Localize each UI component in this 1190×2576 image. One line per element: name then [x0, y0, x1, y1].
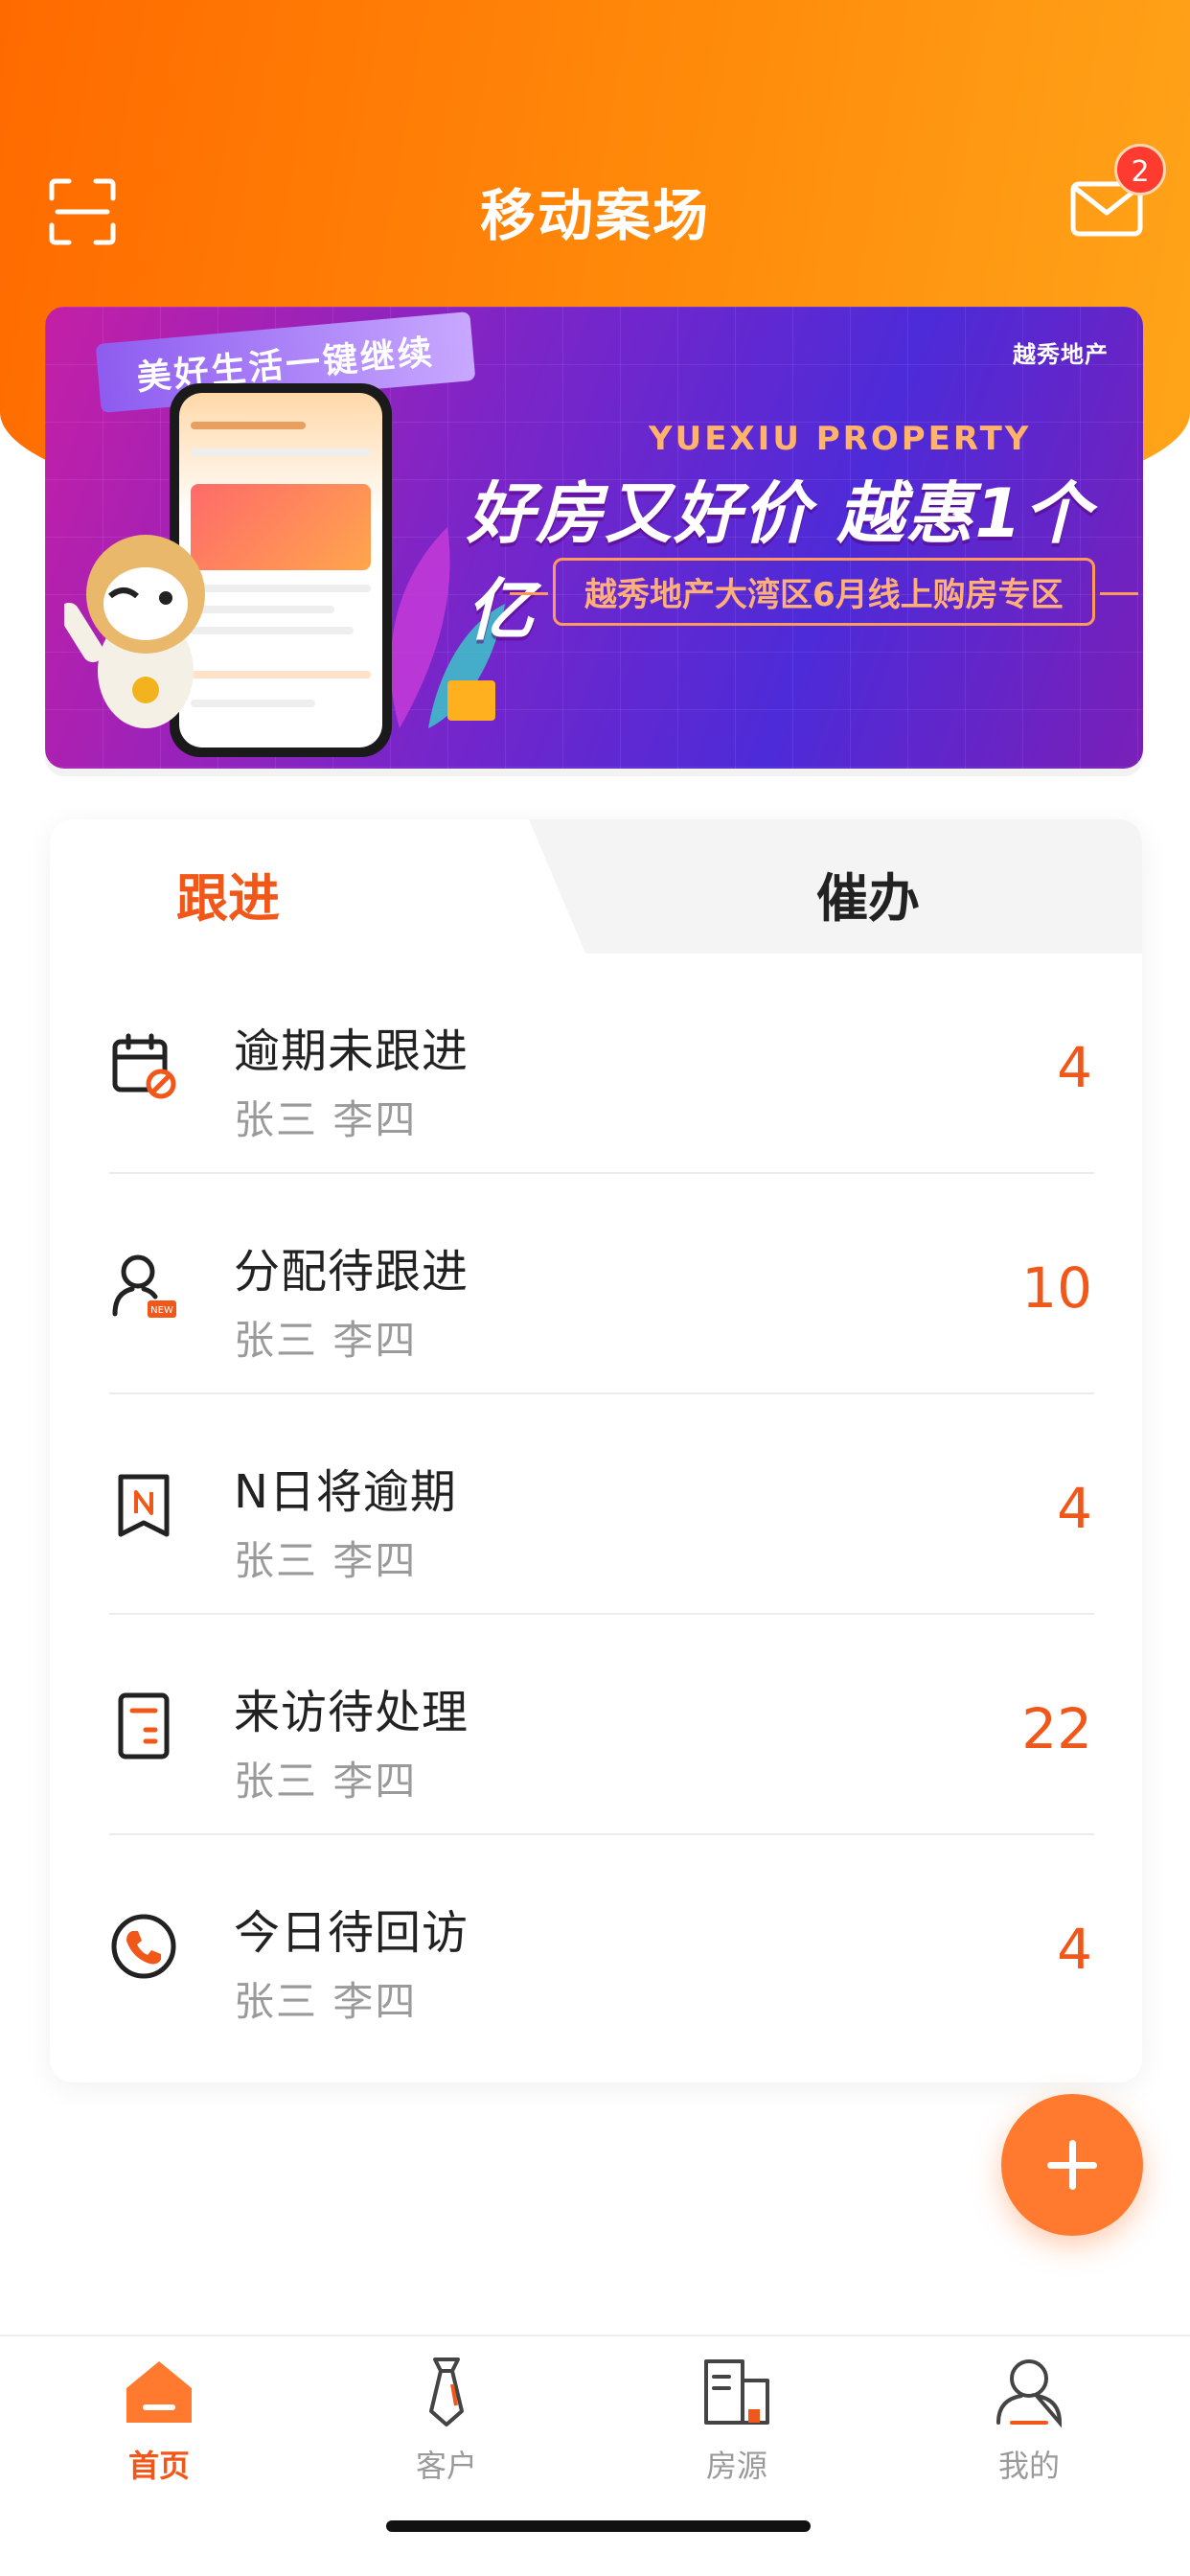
user-new-icon: NEW: [112, 1254, 176, 1318]
mascot-illustration: [64, 535, 205, 728]
item-names: 张三 李四: [234, 1317, 418, 1364]
nav-label: 房源: [705, 2448, 767, 2484]
nav-listings[interactable]: 房源: [641, 2356, 833, 2486]
item-count: 10: [1021, 1255, 1092, 1321]
nav-label: 我的: [997, 2448, 1060, 2484]
nav-home[interactable]: 首页: [63, 2356, 255, 2486]
list-item[interactable]: 逾期未跟进 张三 李四 4: [50, 954, 1142, 1174]
list-item[interactable]: N日将逾期 张三 李四 4: [50, 1394, 1142, 1615]
list-item[interactable]: NEW 分配待跟进 张三 李四 10: [50, 1174, 1142, 1394]
person-icon: [996, 2359, 1063, 2428]
item-title: 今日待回访: [234, 1906, 469, 1960]
tab-bar: 跟进 催办: [50, 819, 1142, 955]
task-card: 跟进 催办 逾期未跟进 张三 李四 4 NEW 分配待跟进 张三 李四 10 N…: [50, 819, 1142, 2082]
item-names: 张三 李四: [234, 1096, 418, 1143]
home-indicator: [386, 2520, 811, 2532]
item-names: 张三 李四: [234, 1978, 418, 2025]
item-title: N日将逾期: [234, 1465, 457, 1519]
document-icon: [118, 1692, 170, 1760]
calendar-overdue-icon: [112, 1033, 176, 1099]
list-item[interactable]: 来访待处理 张三 李四 22: [50, 1615, 1142, 1835]
home-icon: [126, 2361, 192, 2423]
bookmark-n-icon: [118, 1474, 170, 1537]
tab-follow-up[interactable]: 跟进: [176, 856, 280, 932]
banner-en-title: YUEXIU PROPERTY: [649, 420, 1032, 458]
building-icon: [704, 2359, 769, 2425]
nav-label: 客户: [415, 2448, 477, 2484]
notification-badge: 2: [1114, 144, 1166, 196]
item-count: 22: [1021, 1696, 1092, 1761]
bottom-nav: 首页 客户 房源 我的: [0, 2334, 1190, 2576]
item-title: 来访待处理: [234, 1686, 469, 1739]
svg-text:NEW: NEW: [150, 1305, 173, 1316]
item-names: 张三 李四: [234, 1758, 418, 1805]
item-count: 4: [1057, 1476, 1092, 1541]
nav-profile[interactable]: 我的: [933, 2356, 1125, 2486]
list-item[interactable]: 今日待回访 张三 李四 4: [50, 1835, 1142, 2056]
banner-sub-slogan: 越秀地产大湾区6月线上购房专区: [510, 558, 1138, 626]
item-count: 4: [1057, 1917, 1092, 1982]
promo-banner[interactable]: 美好生活一键继续 越秀地产 YUEXIU PROPERTY 好房又好价 越惠1个…: [45, 307, 1143, 769]
phone-icon: [111, 1914, 176, 1979]
page-title: 移动案场: [479, 183, 710, 248]
brand-logo: 越秀地产: [1013, 341, 1109, 368]
item-title: 逾期未跟进: [234, 1024, 469, 1078]
item-names: 张三 李四: [234, 1537, 418, 1584]
item-title: 分配待跟进: [234, 1245, 469, 1299]
followup-list: 逾期未跟进 张三 李四 4 NEW 分配待跟进 张三 李四 10 N日将逾期 张…: [50, 954, 1142, 2056]
tie-icon: [429, 2358, 464, 2426]
top-bar: 移动案场 2: [0, 144, 1190, 278]
item-count: 4: [1057, 1035, 1092, 1100]
tab-reminder[interactable]: 催办: [816, 856, 920, 932]
nav-label: 首页: [127, 2448, 190, 2484]
add-button[interactable]: [1001, 2094, 1143, 2236]
nav-customers[interactable]: 客户: [351, 2356, 542, 2486]
